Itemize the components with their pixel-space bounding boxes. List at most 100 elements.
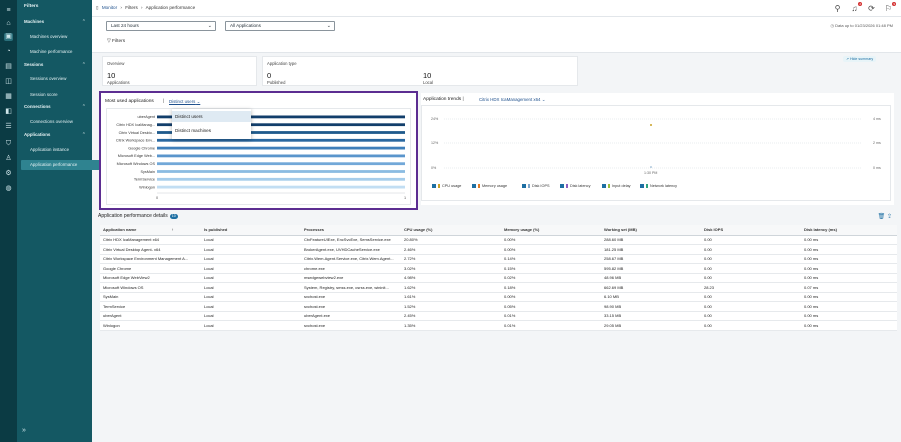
legend-cpu-usage[interactable]: CPU usage: [432, 184, 461, 188]
table-row[interactable]: Google Chrome Local chrome.exe 3.02% 0.15% 59…: [100, 263, 897, 274]
menu-icon[interactable]: ≡: [4, 7, 13, 15]
user-search-icon[interactable]: ⚲: [833, 4, 842, 13]
collapse-nav-icon[interactable]: »: [22, 427, 26, 434]
chevron-up-icon[interactable]: ⌃: [82, 132, 86, 138]
breadcrumb-monitor[interactable]: Monitor: [102, 5, 117, 10]
notifications-icon[interactable]: ♫ 2: [850, 2, 862, 13]
table-row[interactable]: Citrix Workspace Environment Management …: [100, 254, 897, 264]
legend-disk-iops[interactable]: Disk IOPS: [522, 184, 550, 188]
nav-item-application-instance[interactable]: Application instance: [30, 147, 69, 153]
legend-network-latency[interactable]: Network latency: [640, 184, 677, 188]
bar[interactable]: [157, 154, 405, 158]
bar[interactable]: [157, 170, 405, 173]
category-label: Citrix HDX IcaManag...: [116, 123, 155, 127]
panel-toggle-icon[interactable]: ▯: [96, 5, 99, 10]
policies-icon[interactable]: ◧: [4, 108, 13, 116]
x-tick-label: 1: [404, 196, 406, 200]
monitor-icon[interactable]: ▣: [4, 33, 13, 41]
table-cell: 2.46%: [401, 244, 501, 255]
table-row[interactable]: Citrix Virtual Desktop Agent- x64 Local Br…: [100, 244, 897, 255]
legend-swatch: [646, 184, 648, 188]
alerts-icon[interactable]: ⚐ 9: [884, 2, 896, 13]
chevron-up-icon[interactable]: ⌃: [82, 62, 86, 68]
col-header-disk-iops[interactable]: Disk IOPS: [701, 225, 801, 236]
bar[interactable]: [157, 138, 405, 142]
col-header-disk-latency[interactable]: Disk latency (ms): [801, 225, 897, 236]
filters-button[interactable]: ▽ Filters: [107, 39, 125, 44]
refresh-icon[interactable]: ⟳: [867, 4, 876, 13]
apps-icon[interactable]: ▦: [4, 93, 13, 101]
admins-icon[interactable]: ♙: [4, 155, 13, 163]
nav-section-applications[interactable]: Applications: [24, 132, 50, 138]
nav-section-connections[interactable]: Connections: [24, 104, 51, 110]
nav-item-application-performance[interactable]: Application performance: [30, 162, 77, 168]
legend-swatch: [528, 184, 530, 188]
catalog-icon[interactable]: ▤: [4, 63, 13, 71]
home-icon[interactable]: ⌂: [4, 20, 13, 28]
nav-item-connections-overview[interactable]: Connections overview: [30, 119, 73, 125]
cpu-usage-point[interactable]: [650, 124, 652, 126]
table-cell: 0.00: [701, 235, 801, 245]
nav-section-machines[interactable]: Machines: [24, 19, 44, 25]
left-tick-label: 12%: [431, 141, 439, 145]
legend-swatch: [438, 184, 440, 188]
col-header-processes[interactable]: Processes: [301, 225, 401, 236]
table-row[interactable]: SysMain Local svchost.exe 1.61% 0.00% 6.10 MB…: [100, 292, 897, 302]
nav-item-session-score[interactable]: Session score: [30, 92, 58, 98]
logging-icon[interactable]: ☰: [4, 123, 13, 131]
col-header-application-name[interactable]: Application name ↑: [100, 225, 201, 236]
bar[interactable]: [157, 162, 405, 166]
bar[interactable]: [157, 185, 405, 189]
delivery-icon[interactable]: ◫: [4, 78, 13, 86]
nav-item-sessions-overview[interactable]: Sessions overview: [30, 76, 66, 82]
metric-selector[interactable]: Distinct users ⌄: [169, 99, 200, 105]
chevron-up-icon[interactable]: ⌃: [82, 19, 86, 25]
table-cell: svchost.exe: [301, 320, 401, 331]
application-dropdown[interactable]: All Applications ⌄: [225, 21, 335, 31]
table-row[interactable]: Winlogon Local svchost.exe 1.35% 0.01% 29.05 …: [100, 320, 897, 331]
trends-icon[interactable]: ◔: [4, 48, 13, 56]
title-separator: |: [163, 99, 165, 104]
col-header-cpu-usage[interactable]: CPU usage (%): [401, 225, 501, 236]
legend-memory-usage[interactable]: Memory usage: [472, 184, 507, 188]
nav-item-machine-performance[interactable]: Machine performance: [30, 49, 72, 55]
settings-icon[interactable]: ⚙: [4, 170, 13, 178]
col-header-working-set[interactable]: Working set (MB): [601, 225, 701, 236]
time-range-dropdown[interactable]: Last 24 hours ⌄: [106, 21, 216, 31]
zones-icon[interactable]: ⛉: [4, 140, 13, 148]
bar[interactable]: [157, 146, 405, 150]
chevron-up-icon[interactable]: ⌃: [82, 104, 86, 110]
global-icon[interactable]: ◍: [4, 185, 13, 193]
col-header-memory-usage[interactable]: Memory usage (%): [501, 225, 601, 236]
trend-app-selector[interactable]: Citrix HDX IcaManagement x64 ⌄: [479, 97, 545, 103]
menu-item-distinct-machines[interactable]: Distinct machines: [172, 125, 251, 136]
nav-section-sessions[interactable]: Sessions: [24, 62, 43, 68]
bar[interactable]: [157, 177, 405, 181]
legend-input-delay[interactable]: Input delay: [602, 184, 631, 188]
table-row[interactable]: Citrix HDX IcaManagement x64 Local CtxFeat…: [100, 235, 897, 245]
most-used-chart: uberAgent Citrix HDX IcaManag... Citrix Vi…: [116, 115, 406, 200]
menu-item-distinct-users[interactable]: Distinct users: [172, 111, 251, 122]
table-cell: 0.00 ms: [801, 235, 897, 245]
table-cell: 98.90 MB: [601, 301, 701, 312]
col-header-is-published[interactable]: Is published: [201, 225, 301, 236]
sort-ascending-icon[interactable]: ↑: [171, 227, 173, 232]
nav-item-machines-overview[interactable]: Machines overview: [30, 34, 67, 40]
hide-summary-button[interactable]: ↗ Hide summary: [843, 56, 877, 62]
disk-iops-point[interactable]: [650, 166, 652, 168]
table-row[interactable]: Microsoft Windows OS Local System, Registr…: [100, 282, 897, 293]
delete-icon[interactable]: 🗑: [878, 214, 886, 220]
notification-badge: 2: [858, 2, 862, 6]
legend-swatch: [566, 184, 568, 188]
table-row[interactable]: TermService Local svchost.exe 1.52% 0.05% 98.…: [100, 301, 897, 312]
x-tick-label: 1:30 PM: [644, 171, 658, 175]
table-row[interactable]: uberAgent Local uberAgent.exe 2.45% 0.01% 33.…: [100, 311, 897, 321]
local-label: Local: [423, 80, 434, 85]
table-row[interactable]: Microsoft Edge WebView2 Local msedgewebvie…: [100, 273, 897, 283]
table-cell: 0.00: [701, 320, 801, 331]
table-cell: BrokerAgent.exe, UVHDCacheService.exe: [301, 244, 401, 255]
legend-disk-latency[interactable]: Disk latency: [560, 184, 590, 188]
breadcrumb-filters[interactable]: Filters: [125, 5, 138, 10]
export-icon[interactable]: ⇪: [887, 214, 892, 220]
checkbox-checked-icon: [640, 184, 644, 188]
